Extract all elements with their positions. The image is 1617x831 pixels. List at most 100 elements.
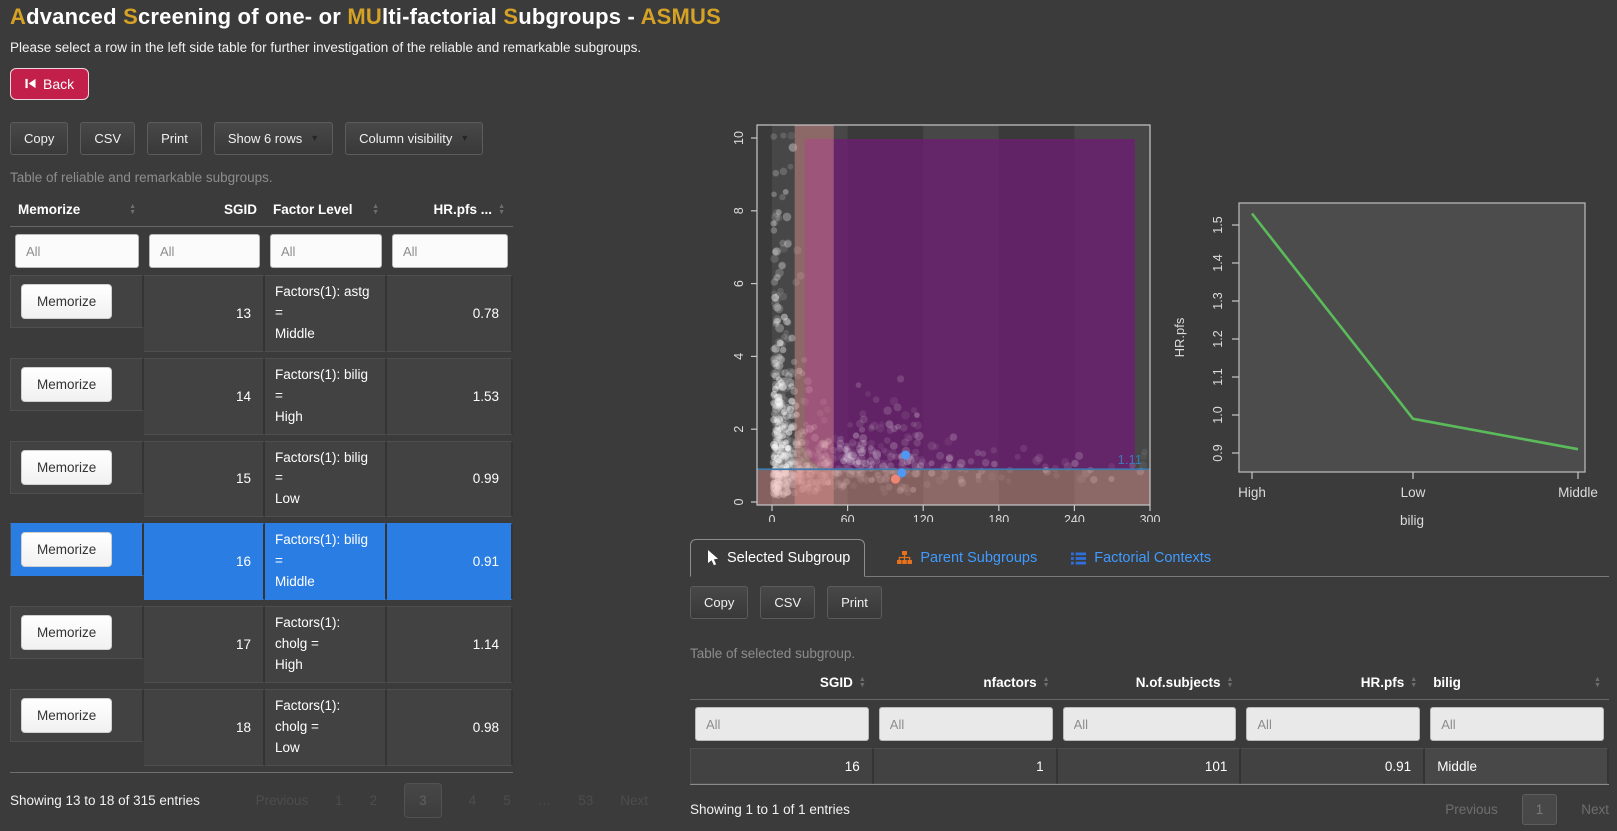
back-button-label: Back bbox=[43, 76, 74, 92]
tab-parent-subgroups[interactable]: Parent Subgroups bbox=[895, 540, 1039, 576]
column-header-bilig[interactable]: bilig▲▼ bbox=[1425, 666, 1609, 699]
button-label: Copy bbox=[24, 131, 54, 146]
column-header-memorize[interactable]: Memorize▲▼ bbox=[10, 193, 144, 226]
column-header-factor-level[interactable]: Factor Level▲▼ bbox=[265, 193, 387, 226]
button-label: Print bbox=[161, 131, 188, 146]
page-button[interactable]: 1 bbox=[1522, 794, 1558, 825]
column-filter-input[interactable] bbox=[392, 234, 508, 268]
print-button[interactable]: Print bbox=[827, 586, 882, 619]
data-cell: 16 bbox=[690, 748, 874, 784]
scatter-plot[interactable]: 1.110601201802403000246810 bbox=[690, 112, 1160, 522]
svg-text:60: 60 bbox=[841, 513, 855, 522]
column-filter-input[interactable] bbox=[15, 234, 139, 268]
page-button[interactable]: 5 bbox=[503, 793, 511, 808]
selected-pagination: Previous 1 Next bbox=[1445, 794, 1609, 825]
page-button[interactable]: 4 bbox=[469, 793, 477, 808]
svg-text:Middle: Middle bbox=[1558, 485, 1598, 500]
back-button[interactable]: Back bbox=[10, 68, 89, 100]
column-filter-input[interactable] bbox=[879, 707, 1053, 741]
previous-page-button[interactable]: Previous bbox=[1445, 802, 1498, 817]
table-row[interactable]: Memorize13Factors(1): astg =Middle0.78 bbox=[10, 275, 513, 352]
tab-label: Selected Subgroup bbox=[727, 550, 850, 566]
memorize-button[interactable]: Memorize bbox=[21, 450, 112, 485]
column-filter-input[interactable] bbox=[149, 234, 260, 268]
csv-button[interactable]: CSV bbox=[80, 122, 135, 155]
table-row[interactable]: Memorize18Factors(1): cholg =Low0.98 bbox=[10, 689, 513, 766]
sgid-cell: 16 bbox=[144, 523, 265, 600]
show-6-rows-button[interactable]: Show 6 rows▼ bbox=[214, 122, 333, 155]
memorize-button[interactable]: Memorize bbox=[21, 284, 112, 319]
subgroups-table: Memorize▲▼SGIDFactor Level▲▼HR.pfs ...▲▼… bbox=[10, 193, 513, 773]
column-header-hr-pfs[interactable]: HR.pfs▲▼ bbox=[1241, 666, 1425, 699]
hr-pfs-cell: 0.78 bbox=[387, 275, 513, 352]
page-button[interactable]: … bbox=[538, 793, 552, 808]
csv-button[interactable]: CSV bbox=[760, 586, 815, 619]
column-header-label: Factor Level bbox=[273, 202, 353, 217]
page-button[interactable]: 3 bbox=[404, 783, 442, 818]
next-page-button[interactable]: Next bbox=[1581, 802, 1609, 817]
svg-text:8: 8 bbox=[732, 207, 746, 214]
sort-arrows-icon: ▲▼ bbox=[1043, 677, 1050, 688]
column-header-n-of-subjects[interactable]: N.of.subjects▲▼ bbox=[1058, 666, 1242, 699]
column-header-label: Memorize bbox=[18, 202, 80, 217]
svg-text:1.1: 1.1 bbox=[1211, 368, 1225, 385]
column-header-nfactors[interactable]: nfactors▲▼ bbox=[874, 666, 1058, 699]
copy-button[interactable]: Copy bbox=[690, 586, 748, 619]
tab-selected-subgroup[interactable]: Selected Subgroup bbox=[690, 539, 865, 577]
list-icon bbox=[1071, 552, 1086, 565]
svg-text:300: 300 bbox=[1140, 513, 1160, 522]
column-filter-input[interactable] bbox=[695, 707, 869, 741]
memorize-button[interactable]: Memorize bbox=[21, 615, 112, 650]
column-filter-input[interactable] bbox=[1063, 707, 1237, 741]
hr-pfs-cell: 1.14 bbox=[387, 606, 513, 683]
column-visibility-button[interactable]: Column visibility▼ bbox=[345, 122, 483, 155]
memorize-button[interactable]: Memorize bbox=[21, 532, 112, 567]
previous-page-button[interactable]: Previous bbox=[256, 793, 309, 808]
left-table-caption: Table of reliable and remarkable subgrou… bbox=[10, 170, 648, 185]
factor-line-chart: 0.91.01.11.21.31.41.5HighLowMiddleHR.pfs… bbox=[1160, 165, 1617, 531]
column-filter-input[interactable] bbox=[1430, 707, 1604, 741]
column-header-hr-pfs[interactable]: HR.pfs ...▲▼ bbox=[387, 193, 513, 226]
table-row[interactable]: Memorize16Factors(1): bilig =Middle0.91 bbox=[10, 523, 513, 600]
factor-level-cell: Factors(1): cholg =Low bbox=[265, 689, 387, 766]
factor-level-cell: Factors(1): bilig =Middle bbox=[265, 523, 387, 600]
column-filter-input[interactable] bbox=[1246, 707, 1420, 741]
column-header-sgid[interactable]: SGID bbox=[144, 193, 265, 226]
data-cell: 1 bbox=[874, 748, 1058, 784]
tab-label: Factorial Contexts bbox=[1094, 550, 1211, 566]
page-button[interactable]: 2 bbox=[370, 793, 378, 808]
page-button[interactable]: 1 bbox=[335, 793, 343, 808]
next-page-button[interactable]: Next bbox=[620, 793, 648, 808]
selected-table-toolbar: Copy CSV Print bbox=[690, 586, 1609, 619]
button-label: Print bbox=[841, 595, 868, 610]
sort-arrows-icon: ▲▼ bbox=[1226, 677, 1233, 688]
step-backward-icon bbox=[25, 76, 36, 92]
table-row[interactable]: Memorize15Factors(1): bilig =Low0.99 bbox=[10, 441, 513, 518]
table-row[interactable]: 1611010.91Middle bbox=[690, 748, 1609, 784]
page-button[interactable]: 53 bbox=[578, 793, 593, 808]
column-filter-input[interactable] bbox=[270, 234, 382, 268]
table-row[interactable]: Memorize14Factors(1): bilig =High1.53 bbox=[10, 358, 513, 435]
copy-button[interactable]: Copy bbox=[10, 122, 68, 155]
data-cell: 101 bbox=[1058, 748, 1242, 784]
column-header-sgid[interactable]: SGID▲▼ bbox=[690, 666, 874, 699]
memorize-button[interactable]: Memorize bbox=[21, 367, 112, 402]
tab-factorial-contexts[interactable]: Factorial Contexts bbox=[1069, 540, 1213, 576]
dropdown-caret-icon: ▼ bbox=[310, 134, 319, 143]
data-cell: 0.91 bbox=[1241, 748, 1425, 784]
title-segment: A bbox=[10, 4, 26, 29]
tab-bar: Selected Subgroup Parent Subgroups Factori… bbox=[690, 533, 1609, 577]
selected-table-caption: Table of selected subgroup. bbox=[690, 646, 1609, 661]
svg-text:1.2: 1.2 bbox=[1211, 330, 1225, 347]
memorize-button[interactable]: Memorize bbox=[21, 698, 112, 733]
button-label: Copy bbox=[704, 595, 734, 610]
button-label: CSV bbox=[94, 131, 121, 146]
svg-text:10: 10 bbox=[732, 131, 746, 145]
selected-subgroup-panel: Selected Subgroup Parent Subgroups Factori… bbox=[690, 533, 1609, 825]
column-header-label: HR.pfs bbox=[1361, 675, 1405, 690]
table-row[interactable]: Memorize17Factors(1): cholg =High1.14 bbox=[10, 606, 513, 683]
column-header-label: HR.pfs ... bbox=[434, 202, 493, 217]
print-button[interactable]: Print bbox=[147, 122, 202, 155]
svg-text:High: High bbox=[1238, 485, 1266, 500]
factor-level-cell: Factors(1): bilig =High bbox=[265, 358, 387, 435]
